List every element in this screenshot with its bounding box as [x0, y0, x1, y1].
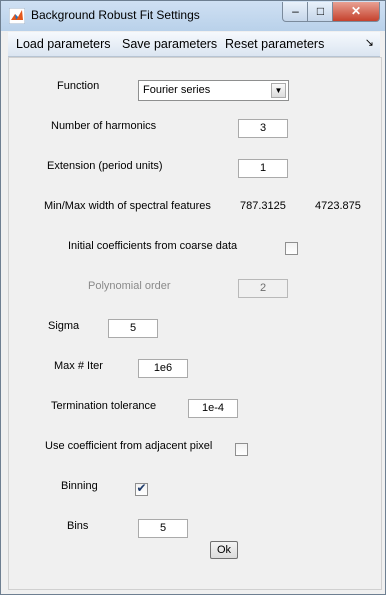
spectral-max-value: 4723.875: [315, 200, 361, 212]
binning-label: Binning: [61, 480, 98, 492]
adjacent-pixel-label: Use coefficient from adjacent pixel: [45, 440, 213, 452]
checkmark-icon: ✔: [136, 481, 147, 495]
spectral-min-value: 787.3125: [240, 200, 286, 212]
menu-load-parameters[interactable]: Load parameters: [16, 37, 111, 51]
tolerance-label: Termination tolerance: [51, 400, 157, 412]
max-iter-field[interactable]: 1e6: [138, 359, 188, 378]
harmonics-label: Number of harmonics: [51, 120, 157, 132]
bins-field[interactable]: 5: [138, 519, 188, 538]
function-value: Fourier series: [143, 84, 211, 96]
chevron-down-icon: ▼: [271, 83, 286, 98]
sigma-field[interactable]: 5: [108, 319, 158, 338]
poly-order-label: Polynomial order: [88, 280, 171, 292]
settings-panel: Function Fourier series ▼ Number of harm…: [8, 57, 382, 590]
menu-save-parameters[interactable]: Save parameters: [122, 37, 217, 51]
close-button[interactable]: ✕: [332, 2, 380, 22]
close-icon: ✕: [350, 4, 362, 18]
extension-field[interactable]: 1: [238, 159, 288, 178]
poly-order-field: 2: [238, 279, 288, 298]
tolerance-field[interactable]: 1e-4: [188, 399, 238, 418]
maximize-button[interactable]: □: [307, 2, 334, 22]
minimize-button[interactable]: –: [282, 2, 309, 22]
menu-reset-parameters[interactable]: Reset parameters: [225, 37, 324, 51]
ok-button[interactable]: Ok: [210, 541, 238, 559]
sigma-label: Sigma: [48, 320, 80, 332]
extension-label: Extension (period units): [47, 160, 163, 172]
menu-bar: Load parameters Save parameters Reset pa…: [8, 32, 380, 57]
bins-label: Bins: [67, 520, 89, 532]
minimize-icon: –: [292, 4, 299, 18]
adjacent-pixel-checkbox[interactable]: [235, 443, 248, 456]
binning-checkbox[interactable]: ✔: [135, 481, 148, 496]
menu-overflow-icon[interactable]: ↘: [365, 36, 374, 49]
maximize-icon: □: [316, 4, 325, 18]
harmonics-field[interactable]: 3: [238, 119, 288, 138]
settings-window: Background Robust Fit Settings – □ ✕ Loa…: [0, 0, 386, 595]
title-bar: Background Robust Fit Settings – □ ✕: [1, 1, 385, 31]
function-select[interactable]: Fourier series ▼: [138, 80, 289, 101]
function-label: Function: [57, 80, 100, 92]
initial-coeff-checkbox[interactable]: [285, 242, 298, 255]
max-iter-label: Max # Iter: [54, 360, 103, 372]
window-title: Background Robust Fit Settings: [31, 8, 200, 22]
initial-coeff-label: Initial coefficients from coarse data: [68, 240, 238, 252]
spectral-width-label: Min/Max width of spectral features: [44, 200, 211, 212]
matlab-icon: [9, 8, 25, 24]
